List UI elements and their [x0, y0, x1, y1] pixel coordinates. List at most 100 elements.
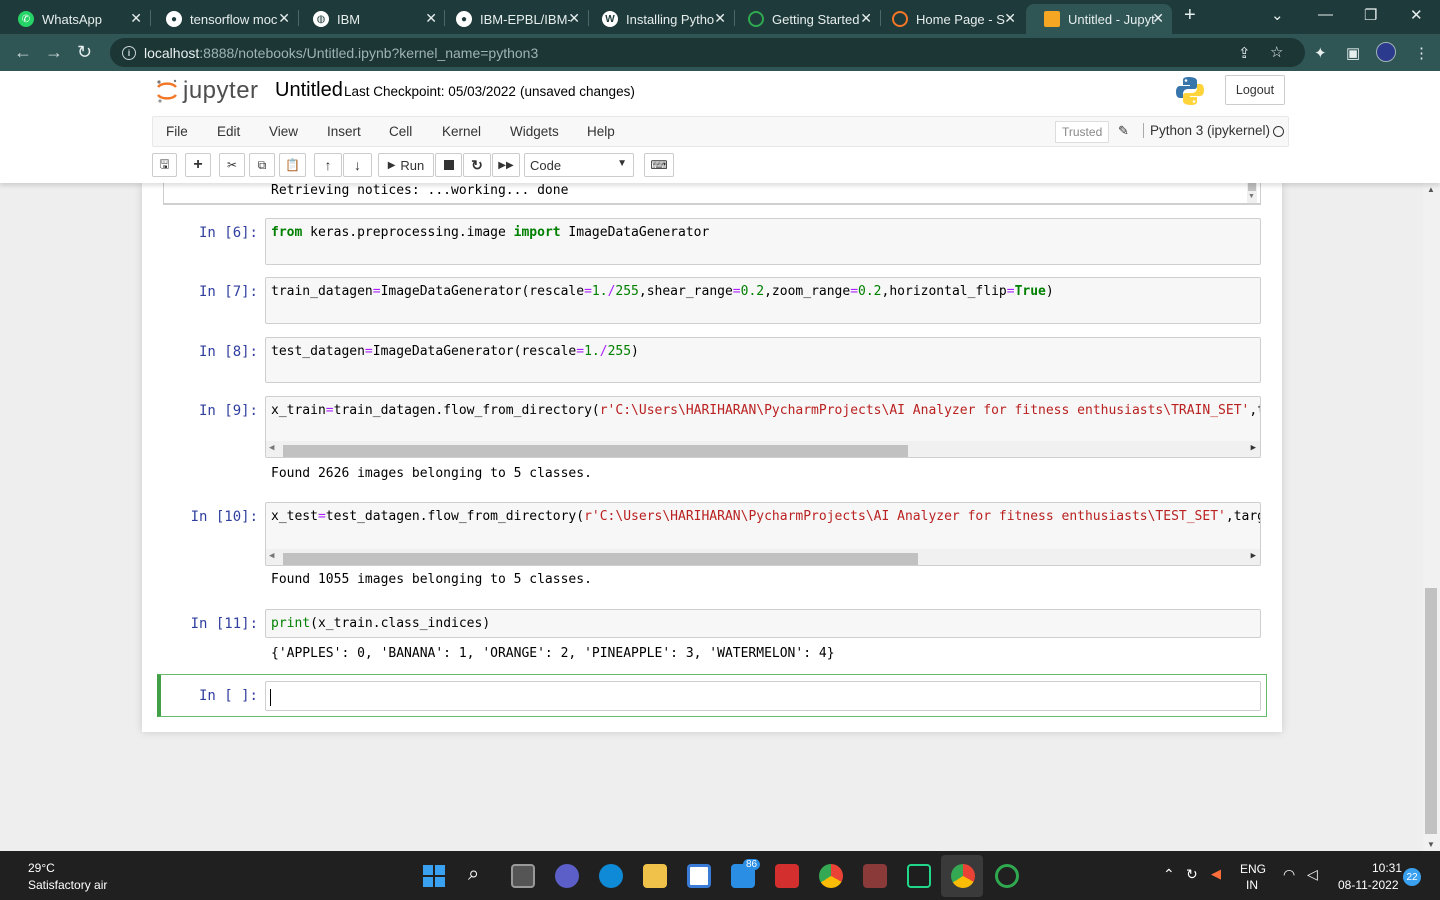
edit-pencil-icon[interactable]: ✎ [1118, 123, 1129, 139]
scroll-right-icon[interactable]: ▶ [1251, 551, 1256, 561]
save-button[interactable]: 🖫 [152, 153, 177, 177]
clock-time[interactable]: 10:31 [1372, 861, 1402, 875]
tab-tensorflow[interactable]: ● tensorflow moc ✕ [148, 4, 298, 34]
close-icon[interactable]: ✕ [1004, 10, 1016, 27]
code-cell-input[interactable]: train_datagen=ImageDataGenerator(rescale… [265, 277, 1261, 324]
wifi-icon[interactable]: ◠ [1283, 866, 1295, 883]
scroll-thumb[interactable] [283, 445, 908, 457]
command-palette-button[interactable]: ⌨ [644, 153, 674, 177]
weather-widget[interactable]: 29°C Satisfactory air [28, 861, 107, 892]
horizontal-scrollbar[interactable]: ◀ ▶ [266, 549, 1260, 565]
jupyter-logo[interactable]: jupyter [155, 77, 259, 105]
restart-button[interactable]: ↻ [463, 153, 491, 177]
menu-view[interactable]: View [269, 124, 298, 139]
more-menu-icon[interactable]: ⋮ [1414, 44, 1429, 62]
close-icon[interactable]: ✕ [714, 10, 726, 27]
extensions-icon[interactable]: ✦ [1314, 44, 1327, 62]
window-close-icon[interactable]: ✕ [1410, 6, 1423, 24]
chrome-icon[interactable] [819, 864, 843, 888]
close-icon[interactable]: ✕ [860, 10, 872, 27]
menu-cell[interactable]: Cell [389, 124, 412, 139]
move-up-button[interactable]: ↑ [314, 153, 342, 177]
site-info-icon[interactable]: i [122, 45, 136, 60]
chat-icon[interactable] [555, 864, 579, 888]
menu-insert[interactable]: Insert [327, 124, 361, 139]
close-icon[interactable]: ✕ [568, 10, 580, 27]
new-tab-icon[interactable]: + [1184, 4, 1196, 27]
tab-installing-python[interactable]: W Installing Pytho ✕ [584, 4, 734, 34]
profile-avatar[interactable] [1376, 42, 1396, 62]
tab-ibm[interactable]: ◍ IBM ✕ [295, 4, 445, 34]
cell-type-select[interactable]: Code ▼ [524, 153, 634, 177]
interrupt-button[interactable] [435, 153, 462, 177]
volume-icon[interactable]: ◁ [1307, 866, 1318, 883]
chevron-down-icon[interactable]: ⌄ [1271, 6, 1284, 24]
logout-button[interactable]: Logout [1225, 75, 1285, 105]
cut-button[interactable]: ✂ [219, 153, 245, 177]
scroll-thumb[interactable] [283, 553, 918, 565]
output-scroll-area[interactable]: Retrieving notices: ...working... done ▼ [163, 183, 1261, 205]
language-eng[interactable]: ENG [1240, 862, 1266, 876]
speaker-alert-icon[interactable]: ◀ [1211, 866, 1221, 882]
insert-cell-button[interactable]: + [185, 153, 211, 177]
menu-help[interactable]: Help [587, 124, 615, 139]
close-icon[interactable]: ✕ [425, 10, 437, 27]
bookmark-star-icon[interactable]: ☆ [1270, 43, 1283, 61]
scroll-left-icon[interactable]: ◀ [269, 551, 274, 561]
code-cell-input[interactable]: x_test=test_datagen.flow_from_directory(… [265, 502, 1261, 566]
winrar-icon[interactable] [863, 864, 887, 888]
menu-edit[interactable]: Edit [217, 124, 240, 139]
url-field[interactable]: i localhost:8888/notebooks/Untitled.ipyn… [110, 38, 1305, 67]
code-cell-input[interactable]: print(x_train.class_indices) [265, 609, 1261, 638]
menu-file[interactable]: File [166, 124, 188, 139]
move-down-button[interactable]: ↓ [343, 153, 372, 177]
pycharm-icon[interactable] [907, 864, 931, 888]
wps-office-icon[interactable] [775, 864, 799, 888]
tab-whatsapp[interactable]: ✆ WhatsApp ✕ [0, 4, 150, 34]
scroll-right-icon[interactable]: ▶ [1251, 443, 1256, 453]
run-button[interactable]: ▶ Run [378, 153, 434, 177]
tab-untitled-jupyter[interactable]: Untitled - Jupyt ✕ [1026, 4, 1172, 34]
store-icon[interactable] [687, 864, 711, 888]
scroll-left-icon[interactable]: ◀ [269, 443, 274, 453]
horizontal-scrollbar[interactable]: ◀ ▶ [266, 441, 1260, 457]
menu-widgets[interactable]: Widgets [510, 124, 559, 139]
close-icon[interactable]: ✕ [278, 10, 290, 27]
scroll-up-icon[interactable]: ▲ [1427, 185, 1435, 194]
restart-run-all-button[interactable]: ▶▶ [492, 153, 520, 177]
kernel-name[interactable]: Python 3 (ipykernel) [1143, 123, 1270, 138]
forward-icon[interactable]: → [45, 42, 63, 63]
tab-getting-started[interactable]: Getting Started ✕ [730, 4, 880, 34]
code-cell-input[interactable]: x_train=train_datagen.flow_from_director… [265, 396, 1261, 458]
edge-browser-icon[interactable] [599, 864, 623, 888]
code-cell-input-active[interactable] [265, 681, 1261, 711]
windows-start-icon[interactable] [423, 865, 445, 887]
back-icon[interactable]: ← [14, 42, 32, 63]
search-icon[interactable]: ⌕ [468, 863, 479, 886]
file-explorer-icon[interactable] [643, 864, 667, 888]
chrome-active-icon[interactable] [951, 864, 975, 888]
paste-button[interactable]: 📋 [279, 153, 306, 177]
trusted-indicator[interactable]: Trusted [1055, 121, 1110, 143]
output-scrollbar[interactable]: ▼ [1247, 183, 1257, 203]
menu-kernel[interactable]: Kernel [442, 124, 481, 139]
notification-count[interactable]: 22 [1403, 868, 1421, 886]
reload-icon[interactable]: ↻ [77, 42, 92, 63]
restore-icon[interactable]: ❐ [1364, 6, 1377, 24]
clock-date[interactable]: 08-11-2022 [1338, 878, 1399, 892]
side-panel-icon[interactable]: ▣ [1346, 44, 1360, 62]
close-icon[interactable]: ✕ [130, 10, 142, 27]
page-scrollbar[interactable]: ▲ ▼ [1423, 183, 1440, 851]
tab-home-page[interactable]: Home Page - S ✕ [874, 4, 1024, 34]
code-cell-input[interactable]: test_datagen=ImageDataGenerator(rescale=… [265, 337, 1261, 383]
share-icon[interactable]: ⇪ [1238, 44, 1251, 62]
anaconda-icon[interactable] [995, 864, 1019, 888]
close-icon[interactable]: ✕ [1152, 10, 1164, 27]
sync-icon[interactable]: ↻ [1186, 866, 1198, 883]
chevron-up-icon[interactable]: ⌃ [1163, 866, 1175, 883]
page-scroll-thumb[interactable] [1425, 588, 1437, 834]
tab-ibm-epbl[interactable]: ● IBM-EPBL/IBM- ✕ [438, 4, 588, 34]
scroll-down-icon[interactable]: ▼ [1427, 840, 1435, 849]
minimize-icon[interactable]: — [1318, 6, 1333, 23]
language-in[interactable]: IN [1246, 878, 1258, 892]
